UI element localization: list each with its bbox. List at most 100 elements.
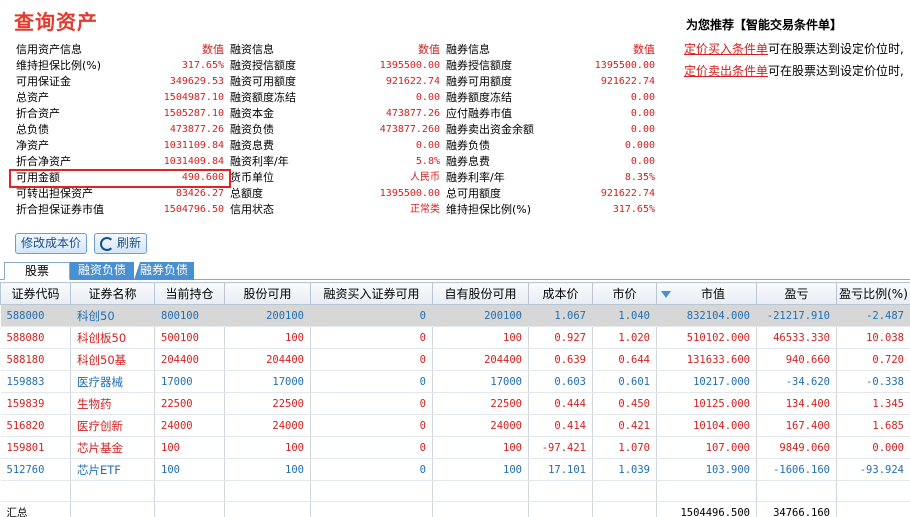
cell-pl: 167.400 <box>756 414 837 437</box>
info-label: 折合净资产 <box>16 155 71 168</box>
info-value: 83426.27 <box>175 188 224 199</box>
cell-cost: 0.603 <box>528 370 593 393</box>
col-header[interactable]: 证券代码 <box>0 282 71 305</box>
cell-hold: 500100 <box>154 326 225 349</box>
info-cell: 融资信息 数值 <box>230 42 446 58</box>
info-label: 融券负债 <box>446 139 490 152</box>
info-label: 折合担保证券市值 <box>16 203 104 216</box>
col-header[interactable]: 融资买入证券可用 <box>310 282 433 305</box>
cell-code: 588000 <box>0 304 71 327</box>
cell-name: 科创板50 <box>70 326 155 349</box>
col-header-market-value[interactable]: 市值 <box>656 282 757 305</box>
info-cell: 可转出担保资产 83426.27 <box>16 186 230 202</box>
cell-name: 医疗器械 <box>70 370 155 393</box>
buy-condition-link[interactable]: 定价买入条件单 <box>684 42 768 56</box>
table-row[interactable]: 516820 医疗创新 24000 24000 0 24000 0.414 0.421 1010… <box>0 414 910 437</box>
table-row-empty <box>0 480 910 502</box>
cell-cost: 0.444 <box>528 392 593 415</box>
col-header[interactable]: 自有股份可用 <box>432 282 529 305</box>
cell-avail: 22500 <box>224 392 311 415</box>
info-cell: 总可用额度 921622.74 <box>446 186 661 202</box>
cell-cost: 0.639 <box>528 348 593 371</box>
info-row: 总负债 473877.26 融资负债 473877.260 融券卖出资金余额 0.00 <box>16 122 661 138</box>
info-label: 融资额度冻结 <box>230 91 296 104</box>
cell-pl: 46533.330 <box>756 326 837 349</box>
cell-pct: 10.038 <box>836 326 910 349</box>
sell-condition-link[interactable]: 定价卖出条件单 <box>684 64 768 78</box>
info-cell: 应付融券市值 0.00 <box>446 106 661 122</box>
tab-margin-debt[interactable]: 融资负债 <box>70 262 134 280</box>
info-cell: 可用保证金 349629.53 <box>16 74 230 90</box>
col-header[interactable]: 成本价 <box>528 282 593 305</box>
cell-margin: 0 <box>310 326 433 349</box>
info-label: 融资授信额度 <box>230 59 296 72</box>
info-label: 折合资产 <box>16 107 60 120</box>
cell-own: 100 <box>432 326 529 349</box>
info-value: 0.00 <box>630 108 655 119</box>
cell-own: 22500 <box>432 392 529 415</box>
summary-empty-cell <box>592 501 657 517</box>
cell-avail: 100 <box>224 458 311 481</box>
info-row: 折合资产 1505287.10 融资本金 473877.26 应付融券市值 0.00 <box>16 106 661 122</box>
info-value: 0.00 <box>630 92 655 103</box>
col-header[interactable]: 当前持仓 <box>154 282 225 305</box>
info-label: 可用保证金 <box>16 75 71 88</box>
tab-short-debt[interactable]: 融券负债 <box>134 262 194 280</box>
cell-code: 159839 <box>0 392 71 415</box>
cell-price: 1.020 <box>592 326 657 349</box>
cell-margin: 0 <box>310 458 433 481</box>
col-header[interactable]: 股份可用 <box>224 282 311 305</box>
table-row[interactable]: 512760 芯片ETF 100 100 0 100 17.101 1.039 103.900-… <box>0 458 910 481</box>
info-label: 总额度 <box>230 187 263 200</box>
empty-cell <box>756 480 837 502</box>
toolbar: 修改成本价 刷新 <box>15 233 148 254</box>
info-value: 人民币 <box>410 172 440 183</box>
info-label: 融券息费 <box>446 155 490 168</box>
cell-own: 17000 <box>432 370 529 393</box>
info-cell: 融资负债 473877.260 <box>230 122 446 138</box>
col-header[interactable]: 盈亏 <box>756 282 837 305</box>
empty-cell <box>528 480 593 502</box>
info-label: 总可用额度 <box>446 187 501 200</box>
cell-own: 204400 <box>432 348 529 371</box>
info-row: 总资产 1504987.10 融资额度冻结 0.00 融券额度冻结 0.00 <box>16 90 661 106</box>
cell-margin: 0 <box>310 348 433 371</box>
info-value: 473877.26 <box>169 124 224 135</box>
info-cell: 融券额度冻结 0.00 <box>446 90 661 106</box>
info-row: 折合担保证券市值 1504796.50 信用状态 正常类 维持担保比例(%) 317.65… <box>16 202 661 218</box>
table-row[interactable]: 588080 科创板50 500100 100 0 100 0.927 1.020 510102… <box>0 326 910 349</box>
table-row[interactable]: 588000 科创50 800100 200100 0 200100 1.067 1.040 8… <box>0 304 910 327</box>
summary-empty-cell <box>528 501 593 517</box>
refresh-button[interactable]: 刷新 <box>94 233 148 254</box>
cell-code: 588180 <box>0 348 71 371</box>
info-cell: 融券信息 数值 <box>446 42 661 58</box>
cell-pct: 0.720 <box>836 348 910 371</box>
recommend-sell-line: 定价卖出条件单可在股票达到设定价位时, <box>684 62 910 84</box>
recommend-panel: 为您推荐【智能交易条件单】 定价买入条件单可在股票达到设定价位时, 定价卖出条件… <box>684 16 910 84</box>
tab-bar: 股票 融资负债 融券负债 <box>0 262 910 280</box>
cell-hold: 204400 <box>154 348 225 371</box>
col-header[interactable]: 证券名称 <box>70 282 155 305</box>
cell-pct: 1.685 <box>836 414 910 437</box>
info-value: 921622.74 <box>600 188 655 199</box>
empty-cell <box>656 480 757 502</box>
info-value: 0.00 <box>415 140 440 151</box>
info-value: 5.8% <box>415 156 440 167</box>
modify-cost-button[interactable]: 修改成本价 <box>15 233 88 254</box>
table-row[interactable]: 588180 科创50基 204400 204400 0 204400 0.639 0.644… <box>0 348 910 371</box>
cell-name: 芯片基金 <box>70 436 155 459</box>
table-row[interactable]: 159801 芯片基金 100 100 0 100 -97.421 1.070 107.000 9… <box>0 436 910 459</box>
summary-empty-cell <box>836 501 910 517</box>
col-header[interactable]: 盈亏比例(%) <box>836 282 910 305</box>
info-cell: 维持担保比例(%) 317.65% <box>446 202 661 218</box>
col-header[interactable]: 市价 <box>592 282 657 305</box>
cell-avail: 100 <box>224 436 311 459</box>
table-row[interactable]: 159839 生物药 22500 22500 0 22500 0.444 0.450 10125… <box>0 392 910 415</box>
table-header: 证券代码 证券名称 当前持仓 股份可用 融资买入证券可用 自有股份可用 成本价 … <box>0 282 910 305</box>
tab-stocks[interactable]: 股票 <box>4 262 70 280</box>
info-value: 317.65% <box>181 60 224 71</box>
table-row[interactable]: 159883 医疗器械 17000 17000 0 17000 0.603 0.601 1021… <box>0 370 910 393</box>
info-value: 1031109.84 <box>163 140 224 151</box>
cell-cost: 0.927 <box>528 326 593 349</box>
cell-pct: 1.345 <box>836 392 910 415</box>
